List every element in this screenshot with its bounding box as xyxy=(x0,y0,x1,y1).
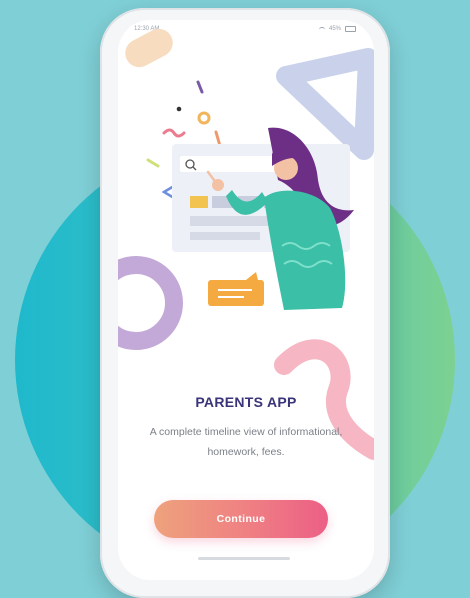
onboarding-illustration xyxy=(118,28,374,460)
triangle-shape xyxy=(276,48,374,160)
ring-shape xyxy=(118,256,183,350)
phone-screen: 12:30 AM 45% PARENTS APP A complete time… xyxy=(118,20,374,580)
page-description: A complete timeline view of informationa… xyxy=(149,426,343,458)
page-title: PARENTS APP xyxy=(195,394,297,410)
chat-bubble xyxy=(208,272,264,306)
peach-blob-shape xyxy=(125,28,173,68)
continue-button[interactable]: Continue xyxy=(154,500,328,538)
home-indicator xyxy=(198,557,290,560)
